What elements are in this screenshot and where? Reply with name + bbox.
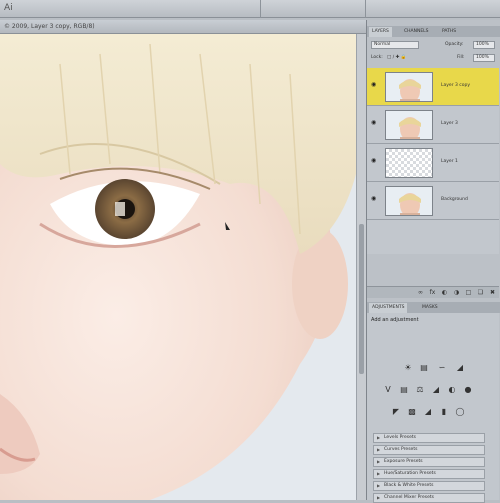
- layer-name[interactable]: Layer 3 copy: [441, 83, 470, 88]
- scrollbar-thumb[interactable]: [359, 224, 364, 374]
- adjustments-panel-tabs: ADJUSTMENTS MASKS: [367, 302, 500, 313]
- visibility-eye-icon[interactable]: ◉: [371, 120, 377, 126]
- tab-layers[interactable]: LAYERS: [369, 27, 392, 37]
- photo-filter-icon[interactable]: ◐: [447, 385, 457, 395]
- document-title: © 2009, Layer 3 copy, RGB/8): [4, 23, 95, 30]
- preset-item[interactable]: Levels Presets: [373, 433, 485, 443]
- threshold-icon[interactable]: ◢: [423, 407, 433, 417]
- opacity-input[interactable]: 100%: [473, 41, 495, 49]
- blend-mode-select[interactable]: Normal: [371, 41, 419, 49]
- visibility-eye-icon[interactable]: ◉: [371, 158, 377, 164]
- menu-separator: [260, 0, 261, 18]
- adjustments-title: Add an adjustment: [371, 317, 419, 323]
- visibility-eye-icon[interactable]: ◉: [371, 82, 377, 88]
- layer-thumbnail: [385, 110, 433, 140]
- opacity-label: Opacity:: [445, 42, 464, 47]
- black-white-icon[interactable]: ◢: [431, 385, 441, 395]
- gradient-map-icon[interactable]: ▮: [439, 407, 449, 417]
- tab-channels[interactable]: CHANNELS: [401, 27, 432, 37]
- layer-row[interactable]: ◉ Background: [367, 182, 499, 220]
- link-icon[interactable]: ∞: [417, 289, 424, 296]
- image-canvas[interactable]: [0, 34, 356, 500]
- portrait-photo: [0, 34, 356, 500]
- layer-name[interactable]: Layer 1: [441, 159, 458, 164]
- layer-thumbnail: [385, 186, 433, 216]
- blend-row: Normal Opacity: 100%: [369, 41, 499, 50]
- exposure-icon[interactable]: ◢: [455, 363, 465, 373]
- preset-item[interactable]: Curves Presets: [373, 445, 485, 455]
- layer-name[interactable]: Layer 3: [441, 121, 458, 126]
- layers-panel-tabs: LAYERS CHANNELS PATHS: [367, 26, 500, 37]
- right-panels: LAYERS CHANNELS PATHS Normal Opacity: 10…: [366, 20, 500, 503]
- preset-item[interactable]: Hue/Saturation Presets: [373, 469, 485, 479]
- layer-thumbnail: [385, 72, 433, 102]
- preset-item[interactable]: Black & White Presets: [373, 481, 485, 491]
- selective-color-icon[interactable]: ◯: [455, 407, 465, 417]
- posterize-icon[interactable]: ▩: [407, 407, 417, 417]
- fill-input[interactable]: 100%: [473, 54, 495, 62]
- document-window: © 2009, Layer 3 copy, RGB/8): [0, 20, 366, 500]
- tab-paths[interactable]: PATHS: [439, 27, 459, 37]
- lock-row: Lock: □ ∕ ✚ 🔒 Fill: 100%: [369, 54, 499, 63]
- channel-mixer-icon[interactable]: ●: [463, 385, 473, 395]
- layer-row[interactable]: ◉ Layer 3 copy: [367, 68, 499, 106]
- layers-list: ◉ Layer 3 copy ◉ Layer 3 ◉ Layer 1 ◉ Bac…: [367, 68, 499, 254]
- lock-icons[interactable]: □ ∕ ✚ 🔒: [387, 54, 406, 62]
- brightness-icon[interactable]: ☀: [403, 363, 413, 373]
- document-tab[interactable]: © 2009, Layer 3 copy, RGB/8): [0, 20, 366, 34]
- group-folder-icon[interactable]: □: [465, 289, 472, 296]
- lock-label: Lock:: [371, 55, 383, 60]
- adjustments-panel: Add an adjustment ☀ ▤ ∽ ◢ V ▤ ⚖ ◢ ◐ ● ◤ …: [367, 313, 499, 503]
- layer-row[interactable]: ◉ Layer 1: [367, 144, 499, 182]
- tab-adjustments[interactable]: ADJUSTMENTS: [369, 303, 408, 313]
- fx-icon[interactable]: fx: [429, 289, 436, 296]
- hue-saturation-icon[interactable]: ▤: [399, 385, 409, 395]
- layers-footer: ∞ fx ◐ ◑ □ ❏ ✖: [367, 286, 499, 298]
- layer-thumbnail: [385, 148, 433, 178]
- app-logo-icon[interactable]: Ai: [4, 3, 14, 13]
- layer-row[interactable]: ◉ Layer 3: [367, 106, 499, 144]
- preset-item[interactable]: Exposure Presets: [373, 457, 485, 467]
- adjustment-layer-icon[interactable]: ◑: [453, 289, 460, 296]
- curves-icon[interactable]: ∽: [437, 363, 447, 373]
- vibrance-icon[interactable]: V: [383, 385, 393, 395]
- vertical-scrollbar[interactable]: [356, 34, 366, 500]
- color-balance-icon[interactable]: ⚖: [415, 385, 425, 395]
- new-layer-icon[interactable]: ❏: [477, 289, 484, 296]
- levels-icon[interactable]: ▤: [419, 363, 429, 373]
- preset-item[interactable]: Channel Mixer Presets: [373, 493, 485, 503]
- app-menu-bar: Ai: [0, 0, 500, 18]
- visibility-eye-icon[interactable]: ◉: [371, 196, 377, 202]
- layer-name[interactable]: Background: [441, 197, 468, 202]
- menu-separator: [365, 0, 366, 18]
- invert-icon[interactable]: ◤: [391, 407, 401, 417]
- tab-masks[interactable]: MASKS: [419, 303, 441, 313]
- mask-icon[interactable]: ◐: [441, 289, 448, 296]
- trash-icon[interactable]: ✖: [489, 289, 496, 296]
- fill-label: Fill:: [457, 55, 465, 60]
